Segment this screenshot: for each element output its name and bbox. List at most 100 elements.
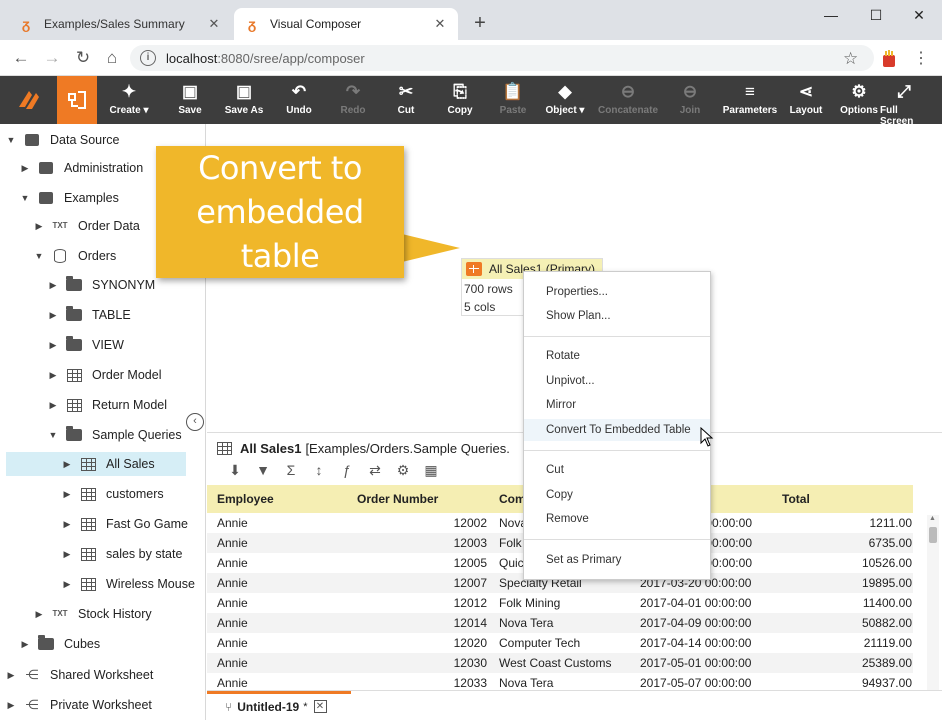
scrollbar-thumb[interactable]	[929, 527, 937, 543]
expand-arrow-icon[interactable]: ▶	[48, 340, 58, 351]
expand-arrow-icon[interactable]: ▶	[48, 280, 58, 291]
menu-item-unpivot[interactable]: Unpivot...	[524, 370, 710, 392]
tree-node-data-source[interactable]: ▼ Data Source	[6, 128, 120, 152]
menu-item-properties[interactable]: Properties...	[524, 281, 710, 303]
extension-icon[interactable]	[880, 50, 898, 68]
collapse-panel-icon[interactable]: ‹	[186, 413, 204, 431]
tree-node-sample-queries[interactable]: ▼ Sample Queries	[48, 423, 182, 447]
export-icon[interactable]: ⬇	[221, 460, 249, 480]
table-row[interactable]: Annie 12012 Folk Mining 2017-04-01 00:00…	[207, 593, 913, 613]
menu-item-show-plan[interactable]: Show Plan...	[524, 305, 710, 327]
expand-arrow-icon[interactable]: ▶	[62, 549, 72, 560]
concatenate-button[interactable]: ⊖ Concatenate	[598, 76, 658, 124]
reload-icon[interactable]: ↻	[72, 47, 94, 69]
menu-item-mirror[interactable]: Mirror	[524, 394, 710, 416]
expand-arrow-icon[interactable]: ▶	[20, 639, 30, 650]
table-row[interactable]: Annie 12014 Nova Tera 2017-04-09 00:00:0…	[207, 613, 913, 633]
table-row[interactable]: Annie 12020 Computer Tech 2017-04-14 00:…	[207, 633, 913, 653]
tree-node-stock-history[interactable]: ▶ TXT Stock History	[34, 602, 152, 626]
full-screen-button[interactable]: ⤢ Full Screen	[880, 76, 928, 127]
expand-arrow-icon[interactable]: ▶	[6, 670, 16, 681]
save-button[interactable]: ▣ Save	[170, 76, 210, 124]
tab-close-icon[interactable]: ✕	[432, 16, 448, 32]
collapse-arrow-icon[interactable]: ▼	[34, 251, 44, 261]
expand-arrow-icon[interactable]: ▶	[48, 370, 58, 381]
back-icon[interactable]: ←	[10, 47, 32, 69]
aggregate-icon[interactable]: Σ	[277, 460, 305, 480]
tree-node-cubes[interactable]: ▶ Cubes	[20, 632, 100, 656]
grid-icon[interactable]: ▦	[417, 460, 445, 480]
browser-tab-sales-summary[interactable]: ᵹ Examples/Sales Summary ✕	[8, 8, 232, 40]
column-header-order-number[interactable]: Order Number	[357, 485, 438, 513]
swap-icon[interactable]: ⇄	[361, 460, 389, 480]
bookmark-star-icon[interactable]: ☆	[843, 49, 858, 69]
browser-menu-icon[interactable]: ⋮	[913, 48, 929, 68]
tree-node-examples[interactable]: ▼ Examples	[20, 186, 119, 210]
home-icon[interactable]: ⌂	[101, 47, 123, 69]
site-info-icon[interactable]: i	[140, 50, 156, 66]
scroll-up-icon[interactable]: ▲	[929, 515, 936, 522]
url-field[interactable]: i localhost :8080/sree/app/composer	[130, 45, 874, 71]
tree-node-shared-worksheet[interactable]: ▶ ⋲ Shared Worksheet	[6, 663, 154, 687]
cut-button[interactable]: ✂ Cut	[388, 76, 424, 124]
column-header-company[interactable]: Com	[499, 485, 526, 513]
tree-node-fast-go-game[interactable]: ▶ Fast Go Game	[62, 512, 188, 536]
composer-icon[interactable]	[57, 76, 97, 124]
menu-item-convert-to-embedded-table[interactable]: Convert To Embedded Table	[524, 419, 710, 441]
parameters-button[interactable]: ≡ Parameters	[722, 76, 778, 124]
close-window-button[interactable]: ✕	[904, 4, 934, 26]
table-row[interactable]: Annie 12033 Nova Tera 2017-05-07 00:00:0…	[207, 673, 913, 691]
tree-node-view[interactable]: ▶ VIEW	[48, 333, 124, 357]
paste-button[interactable]: 📋 Paste	[494, 76, 532, 124]
save-as-button[interactable]: ▣ Save As	[222, 76, 266, 124]
new-tab-button[interactable]: +	[470, 13, 490, 33]
formula-icon[interactable]: ƒ	[333, 460, 361, 480]
column-header-total[interactable]: Total	[782, 485, 810, 513]
sort-icon[interactable]: ↕	[305, 460, 333, 480]
tree-node-order-data[interactable]: ▶ TXT Order Data	[34, 214, 140, 238]
browser-tab-visual-composer[interactable]: ᵹ Visual Composer ✕	[234, 8, 458, 40]
expand-arrow-icon[interactable]: ▶	[20, 163, 30, 174]
collapse-arrow-icon[interactable]: ▼	[6, 135, 16, 145]
filter-icon[interactable]: ▼	[249, 460, 277, 480]
tree-node-table[interactable]: ▶ TABLE	[48, 303, 131, 327]
menu-item-rotate[interactable]: Rotate	[524, 345, 710, 367]
menu-item-cut[interactable]: Cut	[524, 459, 710, 481]
join-button[interactable]: ⊖ Join	[674, 76, 706, 124]
column-header-employee[interactable]: Employee	[217, 485, 274, 513]
expand-arrow-icon[interactable]: ▶	[48, 310, 58, 321]
maximize-button[interactable]: ☐	[861, 4, 891, 26]
expand-arrow-icon[interactable]: ▶	[34, 609, 44, 620]
tree-node-synonym[interactable]: ▶ SYNONYM	[48, 273, 155, 297]
tree-node-orders[interactable]: ▼ Orders	[34, 244, 116, 268]
undo-button[interactable]: ↶ Undo	[280, 76, 318, 124]
copy-button[interactable]: ⎘ Copy	[441, 76, 479, 124]
tree-node-wireless-mouse[interactable]: ▶ Wireless Mouse	[62, 572, 205, 596]
table-row[interactable]: Annie 12030 West Coast Customs 2017-05-0…	[207, 653, 913, 673]
app-logo-icon[interactable]	[0, 76, 57, 124]
collapse-arrow-icon[interactable]: ▼	[20, 193, 30, 203]
tree-node-administration[interactable]: ▶ Administration	[20, 156, 144, 180]
tree-node-return-model[interactable]: ▶ Return Model	[48, 393, 168, 417]
collapse-arrow-icon[interactable]: ▼	[48, 430, 58, 440]
tree-node-private-worksheet[interactable]: ▶ ⋲ Private Worksheet	[6, 693, 152, 717]
minimize-button[interactable]: —	[816, 4, 846, 26]
expand-arrow-icon[interactable]: ▶	[62, 579, 72, 590]
menu-item-remove[interactable]: Remove	[524, 508, 710, 530]
expand-arrow-icon[interactable]: ▶	[34, 221, 44, 232]
tree-node-order-model[interactable]: ▶ Order Model	[48, 363, 162, 387]
forward-icon[interactable]: →	[41, 47, 63, 69]
menu-item-copy[interactable]: Copy	[524, 484, 710, 506]
expand-arrow-icon[interactable]: ▶	[62, 489, 72, 500]
object-button[interactable]: ◆ Object ▾	[542, 76, 588, 124]
expand-arrow-icon[interactable]: ▶	[48, 400, 58, 411]
create-button[interactable]: ✦ Create ▾	[105, 76, 153, 124]
expand-arrow-icon[interactable]: ▶	[6, 700, 16, 711]
tree-node-customers[interactable]: ▶ customers	[62, 482, 164, 506]
menu-item-set-as-primary[interactable]: Set as Primary	[524, 549, 710, 571]
redo-button[interactable]: ↷ Redo	[334, 76, 372, 124]
tab-close-icon[interactable]: ✕	[206, 16, 222, 32]
expand-arrow-icon[interactable]: ▶	[62, 459, 72, 470]
worksheet-tab[interactable]: ⑂ Untitled-19 * ✕	[207, 691, 351, 719]
table-scrollbar[interactable]: ▲	[927, 515, 939, 691]
